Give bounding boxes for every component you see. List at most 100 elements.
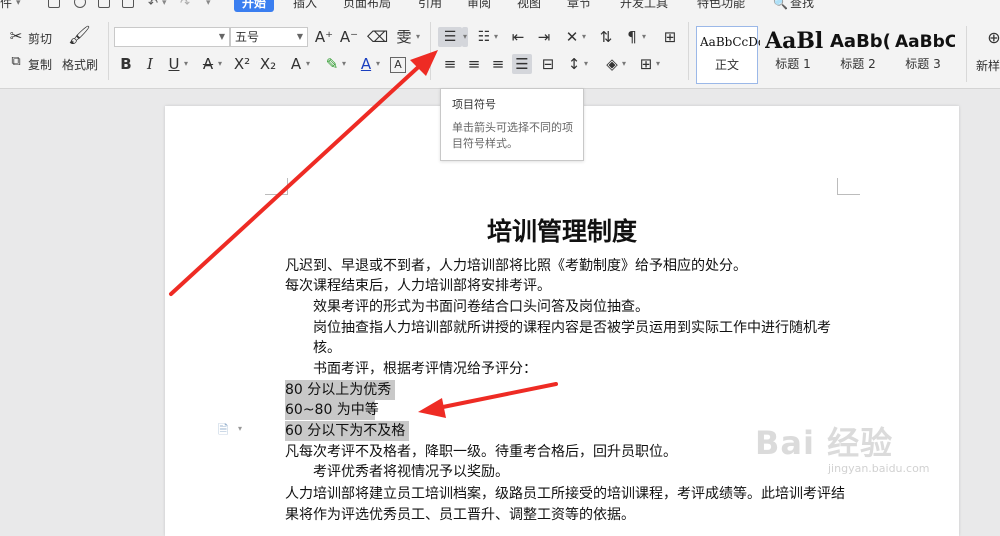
decrease-indent-icon[interactable]: ⇤ bbox=[508, 27, 528, 47]
document-icon[interactable]: 🗎 bbox=[218, 421, 228, 443]
style-heading-1[interactable]: AaBl 标题 1 bbox=[762, 26, 824, 84]
shading-icon[interactable]: ◈ bbox=[602, 54, 622, 74]
chevron-down-icon[interactable]: ▾ bbox=[306, 54, 310, 74]
tab-review[interactable]: 审阅 bbox=[467, 0, 491, 12]
shrink-font-icon[interactable]: A⁻ bbox=[339, 27, 359, 47]
chevron-down-icon[interactable]: ▾ bbox=[376, 54, 380, 74]
phonetic-guide-icon[interactable]: 雯 bbox=[394, 27, 414, 47]
preview-icon[interactable] bbox=[122, 0, 134, 8]
tab-developer[interactable]: 开发工具 bbox=[620, 0, 668, 12]
paragraph[interactable]: 凡迟到、早退或不到者，人力培训部将比照《考勤制度》给予相应的处分。 bbox=[285, 256, 747, 276]
tab-page-layout[interactable]: 页面布局 bbox=[343, 0, 391, 12]
chevron-down-icon[interactable]: ▾ bbox=[218, 54, 222, 74]
paragraph[interactable]: 书面考评，根据考评情况给予评分： bbox=[313, 359, 537, 379]
clear-format-icon[interactable]: ⌫ bbox=[367, 27, 388, 47]
chevron-down-icon[interactable]: ▾ bbox=[462, 27, 469, 47]
search-icon[interactable]: 🔍 bbox=[773, 0, 788, 12]
increase-indent-icon[interactable]: ⇥ bbox=[534, 27, 554, 47]
search-label[interactable]: 查找 bbox=[790, 0, 814, 12]
chinese-layout-icon[interactable]: ✕ bbox=[562, 27, 582, 47]
save-icon[interactable] bbox=[48, 0, 60, 8]
chevron-down-icon[interactable]: ▼ bbox=[219, 28, 225, 46]
selected-paragraph[interactable]: 80 分以上为优秀 bbox=[285, 380, 395, 400]
chevron-down-icon[interactable]: ▾ bbox=[642, 27, 646, 47]
format-painter-icon[interactable]: 🖌 bbox=[68, 26, 91, 46]
underline-icon[interactable]: U bbox=[164, 54, 184, 74]
align-center-icon[interactable]: ≡ bbox=[464, 54, 484, 74]
superscript-icon[interactable]: X² bbox=[232, 54, 252, 74]
paragraph[interactable]: 岗位抽查指人力培训部就所讲授的课程内容是否被学员运用到实际工作中进行随机考 bbox=[313, 318, 831, 338]
text-effect-icon[interactable]: A bbox=[286, 54, 306, 74]
chevron-down-icon[interactable]: ▾ bbox=[582, 27, 586, 47]
cut-button[interactable]: 剪切 bbox=[28, 30, 52, 47]
chevron-down-icon[interactable]: ▾ bbox=[656, 54, 660, 74]
style-heading-2[interactable]: AaBb( 标题 2 bbox=[827, 26, 890, 84]
font-family-combo[interactable]: ▼ bbox=[114, 27, 230, 47]
tab-view[interactable]: 视图 bbox=[517, 0, 541, 12]
undo-icon[interactable]: ↶ bbox=[148, 0, 158, 12]
undo-dropdown-icon[interactable]: ▾ bbox=[162, 0, 167, 12]
style-normal[interactable]: AaBbCcDd 正文 bbox=[696, 26, 760, 84]
export-icon[interactable] bbox=[74, 0, 86, 8]
borders-icon[interactable]: ⊞ bbox=[636, 54, 656, 74]
ribbon-toolbar: ✂ 剪切 ⧉ 复制 🖌 格式刷 ▼ 五号 ▼ A⁺ A⁻ ⌫ 雯 ▾ B I U… bbox=[0, 14, 1000, 89]
paragraph[interactable]: 人力培训部将建立员工培训档案，级路员工所接受的培训课程，考评成绩等。此培训考评结 bbox=[285, 484, 845, 504]
line-spacing-icon[interactable]: ↕ bbox=[564, 54, 584, 74]
more-icon[interactable]: ▾ bbox=[206, 0, 211, 12]
style-heading-3[interactable]: AaBbC 标题 3 bbox=[892, 26, 955, 84]
style-name: 标题 2 bbox=[840, 57, 876, 71]
tab-home[interactable]: 开始 bbox=[234, 0, 275, 12]
chevron-down-icon[interactable]: ▼ bbox=[297, 28, 303, 46]
tab-section[interactable]: 章节 bbox=[567, 0, 591, 12]
chevron-down-icon[interactable]: ▾ bbox=[584, 54, 588, 74]
paragraph[interactable]: 果将作为评选优秀员工、员工晋升、调整工资等的依据。 bbox=[285, 505, 635, 525]
paragraph[interactable]: 考评优秀者将视情况予以奖励。 bbox=[313, 462, 509, 482]
copy-icon[interactable]: ⧉ bbox=[6, 52, 26, 72]
paragraph[interactable]: 效果考评的形式为书面问卷结合口头问答及岗位抽查。 bbox=[313, 297, 649, 317]
highlight-icon[interactable]: ✎ bbox=[322, 54, 342, 74]
chevron-down-icon[interactable]: ▾ bbox=[238, 424, 242, 433]
grow-font-icon[interactable]: A⁺ bbox=[314, 27, 334, 47]
chevron-down-icon[interactable]: ▾ bbox=[16, 0, 21, 12]
strikethrough-icon[interactable]: A bbox=[198, 54, 218, 74]
sort-icon[interactable]: ⇅ bbox=[596, 27, 616, 47]
subscript-icon[interactable]: X₂ bbox=[258, 54, 278, 74]
align-left-icon[interactable]: ≡ bbox=[440, 54, 460, 74]
italic-icon[interactable]: I bbox=[140, 54, 160, 74]
new-style-button[interactable]: 新样 bbox=[976, 57, 1000, 74]
new-style-icon[interactable]: ⊕ bbox=[984, 28, 1000, 48]
font-size-combo[interactable]: 五号 ▼ bbox=[230, 27, 308, 47]
selected-paragraph[interactable]: 60~80 为中等 bbox=[285, 400, 379, 420]
chevron-down-icon[interactable]: ▾ bbox=[622, 54, 626, 74]
distribute-icon[interactable]: ⊟ bbox=[538, 54, 558, 74]
print-icon[interactable] bbox=[98, 0, 110, 8]
align-right-icon[interactable]: ≡ bbox=[488, 54, 508, 74]
bold-icon[interactable]: B bbox=[116, 54, 136, 74]
bullet-list-icon[interactable]: ☰ bbox=[438, 27, 462, 47]
document-title[interactable]: 培训管理制度 bbox=[165, 212, 959, 248]
chevron-down-icon[interactable]: ▾ bbox=[416, 27, 420, 47]
text-box-icon[interactable]: ⊞ bbox=[660, 27, 680, 47]
style-name: 标题 3 bbox=[905, 57, 941, 71]
chevron-down-icon[interactable]: ▾ bbox=[184, 54, 188, 74]
tooltip-title: 项目符号 bbox=[452, 98, 496, 111]
paragraph[interactable]: 每次课程结束后，人力培训部将安排考评。 bbox=[285, 276, 551, 296]
chevron-down-icon[interactable]: ▾ bbox=[342, 54, 346, 74]
char-border-icon[interactable]: A bbox=[390, 57, 406, 73]
justify-icon[interactable]: ☰ bbox=[512, 54, 532, 74]
paragraph[interactable]: 核。 bbox=[313, 338, 341, 358]
chevron-down-icon[interactable]: ▾ bbox=[494, 27, 498, 47]
tab-references[interactable]: 引用 bbox=[418, 0, 442, 12]
selected-paragraph[interactable]: 60 分以下为不及格 bbox=[285, 421, 409, 441]
font-color-icon[interactable]: A bbox=[356, 54, 376, 74]
tab-insert[interactable]: 插入 bbox=[293, 0, 317, 12]
menu-file-label[interactable]: 件 bbox=[0, 0, 12, 12]
redo-icon[interactable]: ↷ bbox=[180, 0, 190, 12]
copy-button[interactable]: 复制 bbox=[28, 56, 52, 73]
tab-special-features[interactable]: 特色功能 bbox=[697, 0, 745, 12]
numbered-list-icon[interactable]: ☷ bbox=[474, 27, 494, 47]
format-painter-button[interactable]: 格式刷 bbox=[62, 56, 98, 73]
show-marks-icon[interactable]: ¶ bbox=[622, 27, 642, 47]
paragraph[interactable]: 凡每次考评不及格者，降职一级。待重考合格后，回升员职位。 bbox=[285, 442, 677, 462]
scissors-icon[interactable]: ✂ bbox=[6, 26, 26, 46]
